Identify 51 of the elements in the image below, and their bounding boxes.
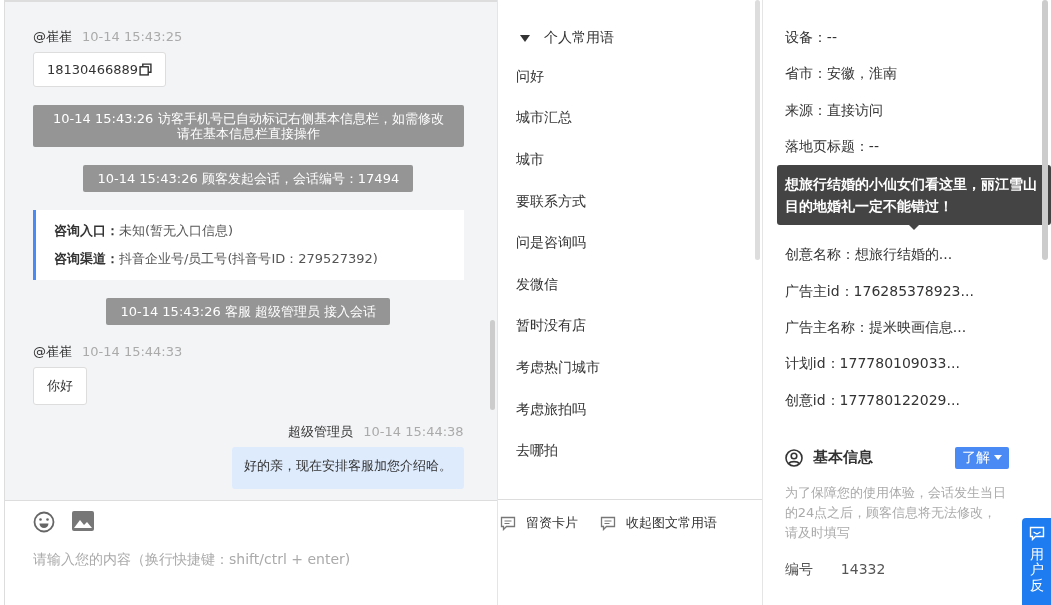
info-row-text: 广告主名称：提米映画信息... [784,317,968,337]
phrase-item[interactable]: 去哪拍 [515,430,744,472]
info-row-text: 设备：-- [784,28,838,48]
feedback-button[interactable]: 用户反 [1022,518,1051,605]
message-time: 10-14 15:44:38 [363,424,464,439]
card-label: 咨询渠道： [54,251,119,266]
phrase-item[interactable]: 考虑热门城市 [515,347,744,389]
phrase-action-button[interactable]: 收起图文常用语 [599,514,717,532]
message-text: 你好 [47,377,73,395]
message-text: 好的亲，现在安排客服加您介绍哈。 [243,458,452,473]
sender-name: 超级管理员 [288,423,354,441]
phrase-item[interactable]: 城市 [515,139,744,181]
message-icon [499,515,516,531]
message-icon [599,515,616,531]
card-value: 未知(暂无入口信息) [119,223,234,238]
info-row-text: 落地页标题：-- [784,137,880,157]
caret-icon [994,455,1002,461]
info-row-text: 创意名称：想旅行结婚的... [784,245,954,265]
phrase-item[interactable]: 暂时没有店 [515,305,744,348]
message-time: 10-14 15:44:33 [82,344,183,359]
copy-icon[interactable] [139,63,152,76]
message-icon [1028,526,1045,541]
message-text: 18130466889 [47,62,138,77]
emoji-icon[interactable] [33,511,55,533]
section-title: 基本信息 [812,448,874,468]
message-time: 10-14 15:43:25 [82,29,183,44]
field-value: 14332 [840,560,886,579]
system-notice: 10-14 15:43:26 顾客发起会话，会话编号：17494 [83,165,414,192]
sender-name: @崔崔 [33,343,72,361]
info-row-text: 创意id：177780122029... [784,390,961,410]
info-row-text: 来源：直接访问 [784,100,884,120]
phrase-item[interactable]: 问是咨询吗 [515,222,744,264]
info-row-text: 广告主id：176285378923... [784,281,975,301]
card-label: 咨询入口： [54,223,119,238]
phrase-item[interactable]: 要联系方式 [515,180,744,223]
info-row-text: 省市：安徽，淮南 [784,64,898,84]
phrase-item[interactable]: 城市汇总 [515,97,744,140]
notice-text: 为了保障您的使用体验，会话发生当日的24点之后，顾客信息将无法修改，请及时填写 [784,483,1007,542]
sender-name: @崔崔 [33,28,72,46]
user-icon [784,448,803,467]
image-icon[interactable] [72,511,94,531]
card-value: 抖音企业号/员工号(抖音号ID：279527392) [119,251,378,266]
phrase-group-toggle[interactable]: 个人常用语 [519,27,744,49]
phrase-item[interactable]: 发微信 [515,263,744,306]
phrase-item[interactable]: 考虑旅拍吗 [515,388,744,431]
system-notice: 10-14 15:43:26 客服 超级管理员 接入会话 [106,298,391,325]
field-label: 编号 [784,560,813,579]
phrase-action-button[interactable]: 留资卡片 [499,514,578,532]
phrase-item[interactable]: 问好 [515,56,744,98]
system-notice: 10-14 15:43:26 访客手机号已自动标记右侧基本信息栏，如需修改请在基本信息栏直接操作 [33,105,464,147]
info-row-text: 计划id：177780109033... [784,354,961,374]
